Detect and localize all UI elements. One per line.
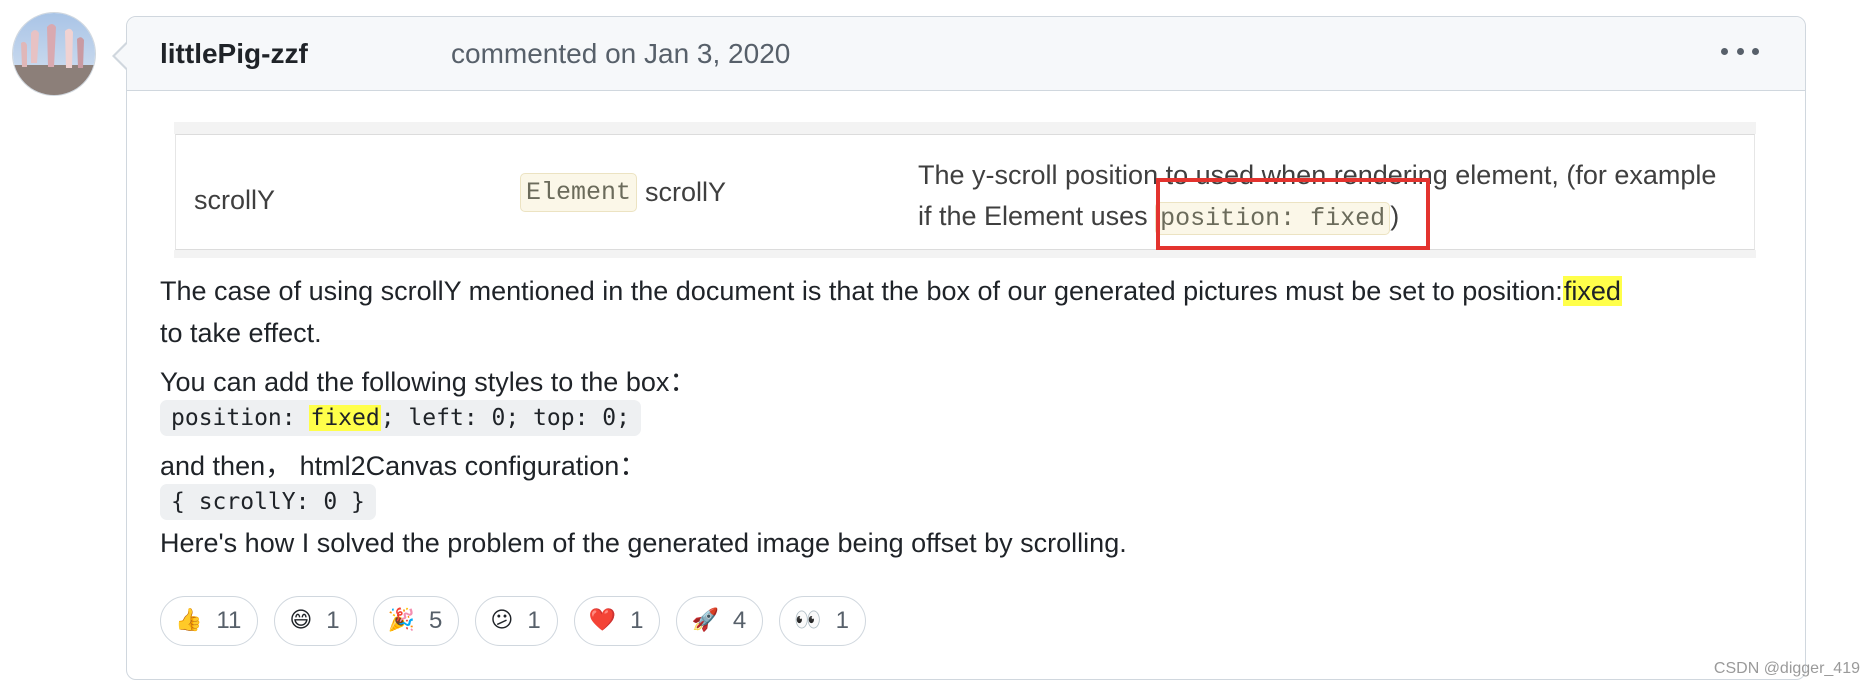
doc-option-name: scrollY	[194, 185, 276, 215]
comment-line: and then， html2Canvas configuration：	[160, 451, 647, 481]
red-annotation-box	[1156, 178, 1430, 250]
comment-pointer-fill	[115, 43, 128, 69]
comment-box: littlePig-zzf commented on Jan 3, 2020	[126, 16, 1806, 680]
code-text: position:	[171, 405, 310, 431]
watermark-text: CSDN @digger_419	[1713, 660, 1860, 677]
code-text: ; left: 0; top: 0;	[380, 405, 630, 431]
reaction-count: 4	[732, 607, 747, 634]
inline-code: { scrollY: 0 }	[160, 484, 376, 520]
search-highlight: fixed	[309, 405, 381, 431]
laugh-icon: 😄	[289, 608, 313, 633]
comment-line: to take effect.	[160, 318, 322, 348]
comment-line: Here's how I solved the problem of the g…	[160, 528, 1127, 558]
confused-icon: 😕	[490, 608, 514, 633]
author-link[interactable]: littlePig-zzf	[160, 38, 308, 70]
doc-table-strip	[174, 122, 1756, 134]
kebab-dot-icon	[1721, 47, 1728, 55]
comment-line: You can add the following styles to the …	[160, 367, 697, 397]
reaction-rocket[interactable]: 🚀 4	[676, 596, 764, 646]
rocket-icon: 🚀	[691, 608, 719, 633]
doc-option-default: Element scrollY	[520, 173, 726, 212]
thumbs-up-icon: 👍	[175, 608, 203, 633]
reaction-count: 1	[326, 607, 340, 634]
reaction-count: 11	[216, 607, 242, 634]
inline-code: position: fixed; left: 0; top: 0;	[160, 400, 641, 436]
reaction-laugh[interactable]: 😄 1	[274, 596, 357, 646]
author-avatar[interactable]	[12, 12, 96, 96]
doc-inline-code: Element	[520, 173, 638, 212]
comment-text: The case of using scrollY mentioned in t…	[160, 276, 1563, 306]
doc-table-row: scrollY Element scrollY The y-scroll pos…	[175, 134, 1755, 250]
doc-default-text: scrollY	[645, 177, 727, 207]
more-options-button[interactable]	[1721, 39, 1759, 63]
comment-meta: commented on Jan 3, 2020	[451, 38, 790, 70]
comment-action: commented on	[451, 38, 637, 69]
eyes-icon: 👀	[794, 608, 822, 633]
search-highlight: fixed	[1562, 276, 1622, 306]
avatar-image	[13, 13, 95, 95]
doc-table-strip	[174, 250, 1756, 258]
reaction-heart[interactable]: ❤️ 1	[573, 596, 661, 646]
reaction-hooray[interactable]: 🎉 5	[372, 596, 460, 646]
reaction-thumbs-up[interactable]: 👍 11	[160, 596, 259, 646]
reaction-confused[interactable]: 😕 1	[475, 596, 558, 646]
reactions-bar: 👍 11 😄 1 🎉 5 😕 1 ❤️ 1 🚀 4 👀 1	[160, 596, 866, 646]
reaction-count: 1	[630, 607, 644, 634]
comment-header: littlePig-zzf commented on Jan 3, 2020	[127, 17, 1805, 91]
heart-icon: ❤️	[588, 608, 617, 633]
reaction-count: 1	[527, 607, 541, 634]
comment-line: The case of using scrollY mentioned in t…	[160, 276, 1622, 307]
reaction-eyes[interactable]: 👀 1	[779, 596, 866, 646]
doc-desc-line2: if the Element uses	[918, 201, 1148, 231]
embedded-doc-screenshot: scrollY Element scrollY The y-scroll pos…	[174, 122, 1756, 258]
reaction-count: 1	[835, 607, 849, 634]
kebab-dot-icon	[1736, 47, 1744, 55]
kebab-dot-icon	[1752, 47, 1759, 55]
reaction-count: 5	[429, 607, 443, 634]
comment-date[interactable]: Jan 3, 2020	[644, 38, 790, 69]
hooray-icon: 🎉	[387, 608, 416, 633]
